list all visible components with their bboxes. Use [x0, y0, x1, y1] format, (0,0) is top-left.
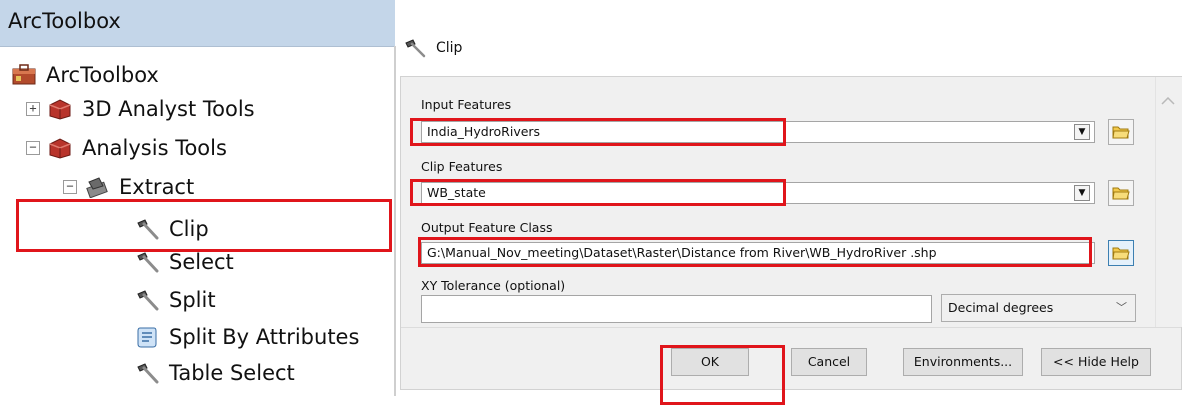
clip-dialog: Clip Input Features India_HydroRivers ▼ … — [396, 0, 1188, 405]
chevron-down-icon: ﹀ — [1116, 301, 1127, 314]
browse-output-button[interactable] — [1108, 240, 1134, 266]
xy-tolerance-units-select[interactable]: Decimal degrees ﹀ — [941, 294, 1136, 322]
environments-button[interactable]: Environments... — [903, 348, 1023, 376]
tree-item-3d-analyst-tools[interactable]: + 3D Analyst Tools — [26, 92, 255, 126]
tree-item-split-by-attributes[interactable]: Split By Attributes — [135, 320, 359, 354]
toolset-box-icon — [49, 138, 71, 159]
expand-plus-icon[interactable]: + — [26, 102, 40, 116]
dialog-title: Clip — [436, 40, 463, 56]
folder-icon — [1112, 126, 1130, 139]
tree-item-label: Extract — [119, 175, 195, 199]
hide-help-button[interactable]: << Hide Help — [1041, 348, 1151, 376]
toolbox-header-title: ArcToolbox — [8, 9, 121, 33]
collapse-minus-icon[interactable]: − — [26, 141, 40, 155]
input-features-highlight — [410, 118, 786, 146]
dialog-button-bar: OK Cancel Environments... << Hide Help — [401, 327, 1181, 390]
dropdown-arrow-icon[interactable]: ▼ — [1074, 124, 1090, 140]
tree-item-label: Analysis Tools — [82, 136, 227, 160]
browse-clip-button[interactable] — [1108, 180, 1134, 206]
tree-item-analysis-tools[interactable]: − Analysis Tools — [26, 131, 227, 165]
dialog-scrollbar[interactable] — [1155, 77, 1182, 327]
script-icon — [137, 327, 157, 348]
toolbox-icon — [12, 64, 36, 85]
tree-item-table-select[interactable]: Table Select — [135, 356, 295, 390]
tree-item-split[interactable]: Split — [135, 283, 216, 317]
hammer-icon — [405, 39, 426, 58]
xy-tolerance-input[interactable] — [421, 295, 932, 323]
toolset-icon — [86, 177, 108, 198]
tree-item-arctoolbox[interactable]: ArcToolbox — [12, 58, 159, 92]
cancel-button[interactable]: Cancel — [791, 348, 867, 376]
hammer-icon — [137, 290, 159, 311]
arctoolbox-panel: ArcToolbox ArcToolbox + 3D Analyst Tools… — [0, 0, 395, 405]
clip-features-highlight — [410, 179, 786, 206]
units-value: Decimal degrees — [948, 300, 1054, 315]
output-feature-class-label: Output Feature Class — [421, 220, 553, 235]
folder-icon — [1112, 187, 1130, 200]
tree-item-label: ArcToolbox — [46, 63, 159, 87]
tree-item-label: Table Select — [169, 361, 295, 385]
hammer-icon — [137, 363, 159, 384]
clip-features-label: Clip Features — [421, 159, 503, 174]
input-features-label: Input Features — [421, 97, 512, 112]
xy-tolerance-label: XY Tolerance (optional) — [421, 278, 566, 293]
clip-highlight-box — [16, 199, 392, 252]
tree-item-label: Split By Attributes — [169, 325, 360, 349]
toolbox-header: ArcToolbox — [0, 0, 395, 47]
dialog-title-bar: Clip — [404, 30, 462, 66]
dropdown-arrow-icon[interactable]: ▼ — [1074, 185, 1090, 201]
folder-icon — [1112, 247, 1130, 260]
scroll-up-icon[interactable] — [1161, 97, 1175, 105]
tree-item-label: Select — [169, 250, 234, 274]
hammer-icon — [137, 252, 159, 273]
tree-item-label: Split — [169, 288, 216, 312]
collapse-minus-icon[interactable]: − — [63, 180, 77, 194]
toolset-box-icon — [49, 99, 71, 120]
output-feature-class-highlight — [418, 237, 1092, 267]
tree-item-label: 3D Analyst Tools — [82, 97, 255, 121]
ok-button-highlight — [660, 345, 785, 405]
browse-input-button[interactable] — [1108, 119, 1134, 145]
